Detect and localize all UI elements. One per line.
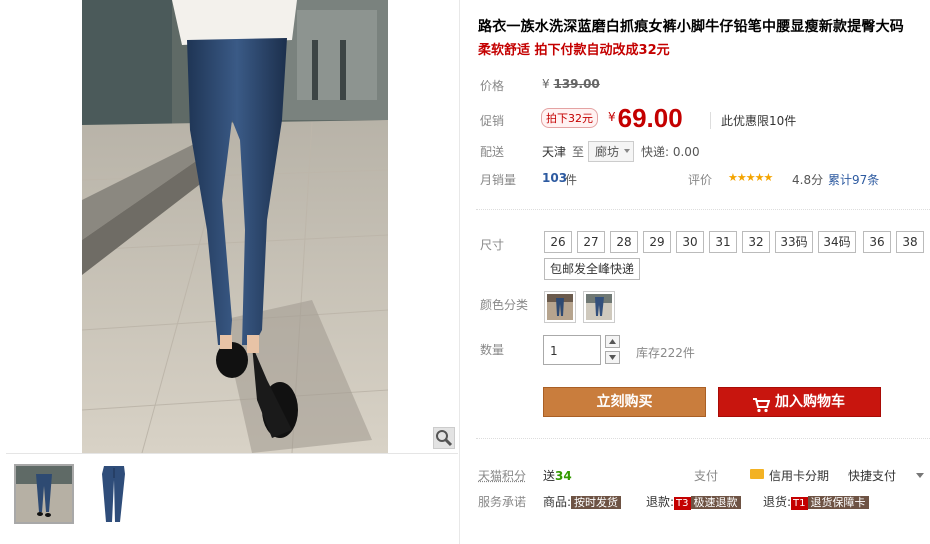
star-icon: ★★★★★ [728, 171, 773, 184]
size-option[interactable]: 29 [643, 231, 671, 253]
size-option[interactable]: 31 [709, 231, 737, 253]
size-option[interactable]: 27 [577, 231, 605, 253]
service-goods-prefix: 商品: [543, 495, 572, 509]
promo-limit-note: 此优惠限10件 [710, 112, 796, 129]
service-refund[interactable]: 退款: T3 极速退款 [646, 493, 741, 510]
color-label: 颜色分类 [480, 298, 529, 312]
rating-score: 4.8分 [792, 173, 824, 187]
main-product-photo[interactable] [6, 0, 458, 454]
ship-to-word: 至 [572, 145, 585, 159]
promo-price: ¥69.00 [608, 103, 683, 134]
cart-icon [752, 395, 771, 423]
add-to-cart-button[interactable]: 加入购物车 [718, 387, 881, 417]
original-price: ¥ 139.00 [542, 77, 600, 91]
quantity-input[interactable]: 1 [543, 335, 601, 365]
size-option[interactable]: 28 [610, 231, 638, 253]
size-option[interactable]: 30 [676, 231, 704, 253]
currency-symbol: ¥ [542, 77, 550, 91]
promo-price-value: 69.00 [617, 103, 683, 133]
points-value: 送34 [543, 467, 572, 484]
fast-pay[interactable]: 快捷支付 [848, 467, 896, 484]
quantity-increase-button[interactable] [605, 335, 620, 348]
review-count-link[interactable]: 累计97条 [828, 171, 879, 188]
service-return-prefix: 退货: [763, 495, 792, 509]
return-guarantee-badge: 退货保障卡 [807, 496, 869, 509]
service-refund-prefix: 退款: [646, 495, 675, 509]
price-label: 价格 [480, 79, 505, 93]
credit-card-installment[interactable]: 信用卡分期 [769, 467, 829, 484]
destination-select[interactable]: 廊坊 [588, 141, 635, 162]
t3-badge: T3 [674, 497, 691, 510]
service-return[interactable]: 退货: T1 退货保障卡 [763, 493, 869, 510]
color-swatch-1[interactable] [544, 291, 576, 323]
monthly-sales-label: 月销量 [480, 173, 517, 187]
points-prefix: 送 [543, 469, 556, 483]
quantity-decrease-button[interactable] [605, 351, 620, 364]
size-option-free-shipping[interactable]: 包邮发全峰快递 [544, 258, 640, 280]
promo-label: 促销 [480, 114, 505, 128]
size-option[interactable]: 34码 [818, 231, 856, 253]
on-time-delivery-badge: 按时发货 [571, 496, 622, 509]
product-info-panel: 路衣一族水洗深蓝磨白抓痕女裤小脚牛仔铅笔中腰显瘦新款提臀大码 柔软舒适 拍下付款… [466, 0, 930, 544]
product-photo-image [82, 0, 388, 453]
product-title: 路衣一族水洗深蓝磨白抓痕女裤小脚牛仔铅笔中腰显瘦新款提臀大码 [478, 19, 904, 35]
credit-card-icon [750, 469, 764, 479]
thumbnail-2[interactable] [84, 464, 144, 524]
promo-badge: 拍下32元 [541, 108, 598, 128]
stock-count: 库存222件 [636, 346, 695, 360]
monthly-sales-unit: 件 [565, 173, 578, 187]
divider [476, 438, 930, 439]
size-option[interactable]: 36 [863, 231, 891, 253]
zoom-icon[interactable] [433, 427, 455, 449]
payment-label: 支付 [694, 469, 719, 483]
t1-badge: T1 [791, 497, 808, 510]
size-option[interactable]: 38 [896, 231, 924, 253]
product-gallery [0, 0, 460, 544]
size-label: 尺寸 [480, 238, 505, 252]
service-goods[interactable]: 商品: 按时发货 [543, 493, 622, 510]
service-label: 服务承诺 [478, 495, 527, 509]
color-swatch-2[interactable] [583, 291, 615, 323]
fast-refund-badge: 极速退款 [690, 496, 741, 509]
shipping-label: 配送 [480, 145, 505, 159]
product-subtitle: 柔软舒适 拍下付款自动改成32元 [478, 43, 670, 58]
chevron-down-icon [624, 149, 631, 153]
original-price-value: 139.00 [553, 77, 600, 91]
rating-label: 评价 [688, 173, 713, 187]
destination-value: 廊坊 [595, 145, 620, 159]
promo-currency: ¥ [608, 110, 616, 124]
size-option[interactable]: 26 [544, 231, 572, 253]
tmall-points-link[interactable]: 天猫积分 [478, 467, 526, 484]
buy-now-button[interactable]: 立刻购买 [543, 387, 706, 417]
ship-from: 天津 [542, 145, 567, 159]
monthly-sales-count: 103 [542, 171, 568, 185]
chevron-down-icon[interactable] [916, 473, 924, 478]
size-option[interactable]: 32 [742, 231, 770, 253]
thumbnail-1[interactable] [14, 464, 74, 524]
shipping-fee: 快递: 0.00 [641, 145, 700, 159]
quantity-label: 数量 [480, 343, 505, 357]
points-amount: 34 [555, 469, 572, 483]
divider [476, 209, 930, 210]
add-to-cart-label: 加入购物车 [775, 394, 845, 410]
size-option[interactable]: 33码 [775, 231, 813, 253]
